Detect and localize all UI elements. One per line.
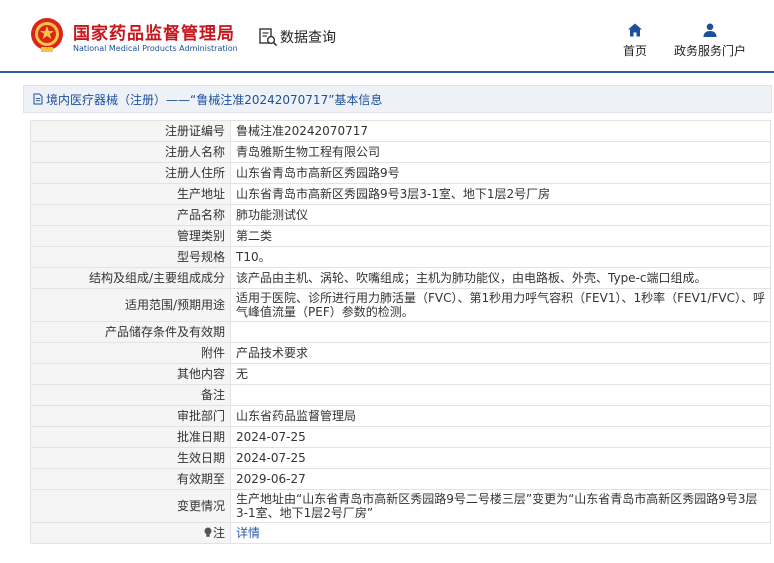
row-label: 其他内容	[30, 363, 231, 385]
row-value: 山东省青岛市高新区秀园路9号	[230, 162, 771, 184]
row-value: 鲁械注准20242070717	[230, 120, 771, 142]
row-value: 适用于医院、诊所进行用力肺活量（FVC）、第1秒用力呼气容积（FEV1）、1秒率…	[230, 288, 771, 322]
breadcrumb: 境内医疗器械（注册）——“鲁械注准20242070717”基本信息	[23, 85, 772, 113]
row-label: 注册证编号	[30, 120, 231, 142]
table-row: 结构及组成/主要组成成分 该产品由主机、涡轮、吹嘴组成；主机为肺功能仪，由电路板…	[30, 267, 771, 289]
data-query-link[interactable]: 数据查询	[258, 26, 336, 48]
row-label: 型号规格	[30, 246, 231, 268]
table-row: 批准日期 2024-07-25	[30, 426, 771, 448]
table-row: 注 详情	[30, 522, 771, 544]
site-header: 国家药品监督管理局 National Medical Products Admi…	[0, 0, 774, 72]
row-value: 2029-06-27	[230, 468, 771, 490]
row-value	[230, 321, 771, 343]
table-row: 其他内容 无	[30, 363, 771, 385]
brand-title-cn[interactable]: 国家药品监督管理局	[73, 19, 235, 44]
row-value: 第二类	[230, 225, 771, 247]
table-row: 生产地址 山东省青岛市高新区秀园路9号3层3-1室、地下1层2号厂房	[30, 183, 771, 205]
national-emblem-logo[interactable]	[30, 17, 64, 53]
row-label: 产品名称	[30, 204, 231, 226]
row-value: 无	[230, 363, 771, 385]
table-row: 产品储存条件及有效期	[30, 321, 771, 343]
details-link[interactable]: 详情	[236, 526, 260, 540]
nav-home-label: 首页	[622, 44, 647, 58]
row-label: 批准日期	[30, 426, 231, 448]
row-label: 管理类别	[30, 225, 231, 247]
document-icon	[33, 93, 43, 105]
table-row: 生效日期 2024-07-25	[30, 447, 771, 469]
table-row: 审批部门 山东省药品监督管理局	[30, 405, 771, 427]
row-label: 结构及组成/主要组成成分	[30, 267, 231, 289]
lightbulb-icon	[204, 527, 212, 537]
table-row: 变更情况 生产地址由“山东省青岛市高新区秀园路9号二号楼三层”变更为“山东省青岛…	[30, 489, 771, 523]
row-value: 该产品由主机、涡轮、吹嘴组成；主机为肺功能仪，由电路板、外壳、Type-c端口组…	[230, 267, 771, 289]
row-label: 审批部门	[30, 405, 231, 427]
row-value: 生产地址由“山东省青岛市高新区秀园路9号二号楼三层”变更为“山东省青岛市高新区秀…	[230, 489, 771, 523]
home-icon	[628, 23, 642, 37]
header-divider	[0, 71, 774, 73]
table-row: 附件 产品技术要求	[30, 342, 771, 364]
row-label: 注册人名称	[30, 141, 231, 163]
search-document-icon	[259, 28, 278, 47]
breadcrumb-text: 境内医疗器械（注册）——“鲁械注准20242070717”基本信息	[46, 92, 383, 107]
row-label: 生产地址	[30, 183, 231, 205]
nav-service-portal-label: 政务服务门户	[673, 44, 746, 58]
table-row: 注册人名称 青岛雅斯生物工程有限公司	[30, 141, 771, 163]
row-label: 有效期至	[30, 468, 231, 490]
table-row: 有效期至 2029-06-27	[30, 468, 771, 490]
table-row: 产品名称 肺功能测试仪	[30, 204, 771, 226]
data-query-label: 数据查询	[280, 30, 336, 46]
table-row: 注册证编号 鲁械注准20242070717	[30, 120, 771, 142]
row-value: 详情	[230, 522, 771, 544]
table-row: 型号规格 T10。	[30, 246, 771, 268]
brand-title-en[interactable]: National Medical Products Administration	[73, 44, 238, 53]
row-label: 产品储存条件及有效期	[30, 321, 231, 343]
row-label: 变更情况	[30, 489, 231, 523]
row-label: 适用范围/预期用途	[30, 288, 231, 322]
row-value: 山东省青岛市高新区秀园路9号3层3-1室、地下1层2号厂房	[230, 183, 771, 205]
row-value: 肺功能测试仪	[230, 204, 771, 226]
note-label: 注	[212, 526, 225, 540]
row-label-note: 注	[30, 522, 231, 544]
table-row: 注册人住所 山东省青岛市高新区秀园路9号	[30, 162, 771, 184]
row-label: 生效日期	[30, 447, 231, 469]
nav-service-portal[interactable]: 政务服务门户	[672, 22, 748, 59]
registration-detail-table: 注册证编号 鲁械注准20242070717 注册人名称 青岛雅斯生物工程有限公司…	[30, 120, 771, 544]
row-value: 2024-07-25	[230, 426, 771, 448]
table-row: 适用范围/预期用途 适用于医院、诊所进行用力肺活量（FVC）、第1秒用力呼气容积…	[30, 288, 771, 322]
row-value: 2024-07-25	[230, 447, 771, 469]
table-row: 备注	[30, 384, 771, 406]
row-value: 青岛雅斯生物工程有限公司	[230, 141, 771, 163]
row-value: 山东省药品监督管理局	[230, 405, 771, 427]
nav-home[interactable]: 首页	[620, 22, 650, 59]
user-icon	[703, 23, 717, 37]
table-row: 管理类别 第二类	[30, 225, 771, 247]
row-label: 注册人住所	[30, 162, 231, 184]
row-value	[230, 384, 771, 406]
row-label: 备注	[30, 384, 231, 406]
row-value: 产品技术要求	[230, 342, 771, 364]
row-label: 附件	[30, 342, 231, 364]
row-value: T10。	[230, 246, 771, 268]
